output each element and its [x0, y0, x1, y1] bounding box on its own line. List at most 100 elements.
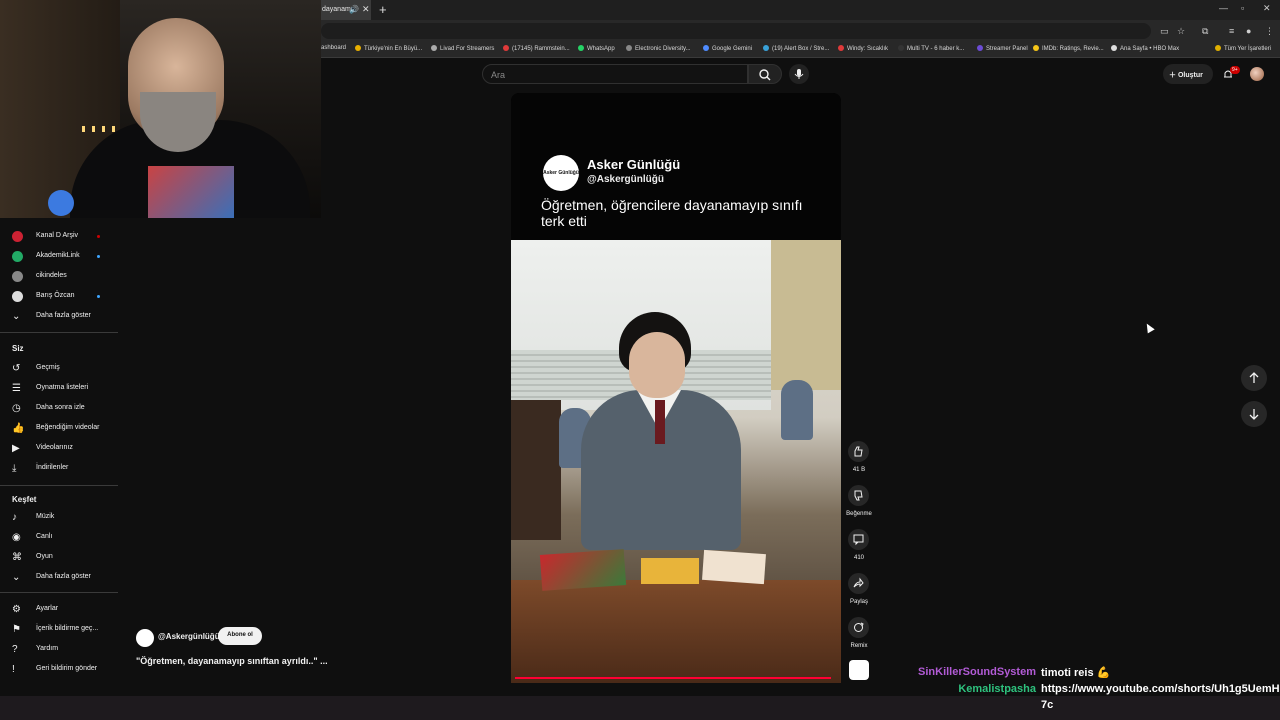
sidebar-item[interactable]: ! Geri bildirim gönder — [0, 659, 118, 679]
search-input[interactable]: Ara — [482, 64, 748, 84]
bookmark-item[interactable]: Ana Sayfa • HBO Max — [1111, 45, 1179, 52]
bookmark-item[interactable]: (19) Alert Box / Stre... — [763, 45, 829, 52]
sidebar-item-label: Daha fazla göster — [36, 573, 91, 580]
overlay-channel-name: Asker Günlüğü — [587, 157, 681, 172]
search-button[interactable] — [748, 64, 782, 84]
bookmark-label: (17145) Rammstein... — [512, 46, 570, 52]
channel-handle[interactable]: @Askergünlüğü — [158, 632, 220, 641]
sidebar-item-label: Daha fazla göster — [36, 312, 91, 319]
sidebar-item[interactable]: ⤓ İndirilenler — [0, 458, 118, 478]
sidebar-item[interactable]: ♪ Müzik — [0, 507, 118, 527]
chat-username: Kemalistpasha — [958, 683, 1036, 695]
bookmark-item[interactable]: (17145) Rammstein... — [503, 45, 570, 52]
bookmark-label: Electronic Diversity... — [635, 46, 691, 52]
previous-short-button[interactable] — [1241, 365, 1267, 391]
account-avatar[interactable] — [1250, 67, 1264, 81]
microphone — [48, 190, 74, 216]
like-count: 41 B — [852, 467, 866, 473]
sidebar-item[interactable]: cikindeles — [0, 266, 118, 286]
video-progress-bar[interactable] — [515, 677, 831, 679]
school-tie — [655, 400, 665, 444]
bookmark-item[interactable]: Streamer Panel — [977, 45, 1028, 52]
create-button[interactable]: ＋ Oluştur — [1163, 64, 1213, 84]
mouse-cursor — [1143, 321, 1155, 334]
like-button[interactable] — [848, 441, 869, 462]
sidebar-item-label: İndirilenler — [36, 464, 69, 471]
gear-icon: ⚙ — [12, 604, 21, 615]
favicon-icon — [977, 45, 983, 51]
voice-search-button[interactable] — [789, 64, 809, 84]
sound-thumbnail[interactable] — [849, 660, 869, 680]
sidebar-item[interactable]: ? Yardım — [0, 639, 118, 659]
shorts-player[interactable]: Asker Günlüğü Asker Günlüğü @Askergünlüğ… — [511, 93, 841, 683]
sidebar-item[interactable]: ⌄ Daha fazla göster — [0, 567, 118, 587]
classroom-wall — [771, 240, 841, 390]
bookmark-item[interactable]: Multi TV - 6 haber k... — [898, 45, 964, 52]
sidebar-item[interactable]: ☰ Oynatma listeleri — [0, 378, 118, 398]
sidebar-divider — [0, 592, 118, 593]
dislike-button[interactable] — [848, 485, 869, 506]
sidebar-item[interactable]: Kanal D Arşiv — [0, 226, 118, 246]
bookmark-item[interactable]: WhatsApp — [578, 45, 615, 52]
video-frame — [511, 240, 841, 683]
remix-button[interactable] — [848, 617, 869, 638]
bookmark-item[interactable]: Electronic Diversity... — [626, 45, 691, 52]
extensions-icon[interactable]: ⧉ — [1202, 26, 1208, 37]
channel-avatar[interactable] — [136, 629, 154, 647]
bookmark-item[interactable]: Windy: Sıcaklık — [838, 45, 888, 52]
bookmark-star-icon[interactable]: ☆ — [1177, 26, 1185, 37]
sidebar-item-label: Daha sonra izle — [36, 404, 85, 411]
sidebar-item[interactable]: ⌄ Daha fazla göster — [0, 306, 118, 326]
remix-icon — [854, 622, 864, 632]
sidebar-item[interactable]: ⚑ İçerik bildirme geç... — [0, 619, 118, 639]
comment-count: 410 — [853, 555, 864, 561]
sidebar-item[interactable]: ⌘ Oyun — [0, 547, 118, 567]
bookmark-item[interactable]: ashboard — [321, 45, 346, 51]
sidebar-item[interactable]: ▶ Videolarınız — [0, 438, 118, 458]
media-control-icon[interactable]: ≡ — [1229, 26, 1234, 36]
profile-icon[interactable]: ● — [1246, 26, 1251, 36]
comment-icon — [853, 534, 864, 546]
sidebar-section-you[interactable]: Siz — [12, 344, 24, 353]
sidebar-item-label: Oyun — [36, 553, 53, 560]
bookmark-item[interactable]: Türkiye'nin En Büyü... — [355, 45, 422, 52]
bookmark-label: Windy: Sıcaklık — [847, 46, 889, 52]
bookmark-item[interactable]: Livad For Streamers — [431, 45, 494, 52]
student-face — [629, 332, 685, 398]
address-bar[interactable] — [321, 23, 1151, 39]
sidebar-item[interactable]: Barış Özcan — [0, 286, 118, 306]
new-tab-plus-icon[interactable]: + — [379, 2, 387, 17]
book — [641, 558, 699, 584]
speaker-icon[interactable]: 🔊 — [349, 5, 359, 14]
chevron-down-icon: ⌄ — [12, 572, 21, 583]
bookmark-item[interactable]: Tüm Yer İşaretleri — [1215, 45, 1271, 52]
video-icon: ▶ — [12, 443, 20, 454]
comments-button[interactable] — [848, 529, 869, 550]
thumbs-down-icon — [854, 490, 863, 501]
bookmark-item[interactable]: Google Gemini — [703, 45, 752, 52]
favicon-icon — [431, 45, 437, 51]
menu-kebab-icon[interactable]: ⋮ — [1265, 26, 1274, 37]
share-button[interactable] — [848, 573, 869, 594]
restore-icon[interactable]: ▫ — [1241, 3, 1244, 13]
sidebar-item[interactable]: ◷ Daha sonra izle — [0, 398, 118, 418]
sidebar-item[interactable]: ◉ Canlı — [0, 527, 118, 547]
sidebar-item[interactable]: ⚙ Ayarlar — [0, 599, 118, 619]
favicon-icon — [1033, 45, 1039, 51]
subscribe-button[interactable]: Abone ol — [218, 627, 262, 645]
short-title[interactable]: "Öğretmen, dayanamayıp sınıftan ayrıldı.… — [136, 656, 328, 666]
sidebar-item[interactable]: AkademikLink — [0, 246, 118, 266]
sidebar-item[interactable]: 👍 Beğendiğim videolar — [0, 418, 118, 438]
bookmark-item[interactable]: IMDb: Ratings, Revie... — [1033, 45, 1104, 52]
favicon-icon — [703, 45, 709, 51]
close-tab-icon[interactable]: ✕ — [362, 4, 370, 15]
dislike-label: Beğenme — [846, 511, 872, 517]
live-icon: ◉ — [12, 532, 21, 543]
window-close-icon[interactable]: ✕ — [1263, 3, 1271, 14]
cast-icon[interactable]: ▭ — [1160, 26, 1169, 37]
sidebar-divider — [0, 485, 118, 486]
minimize-icon[interactable]: — — [1219, 3, 1228, 13]
sidebar-item[interactable]: ↺ Geçmiş — [0, 358, 118, 378]
bookmark-label: WhatsApp — [587, 46, 615, 52]
next-short-button[interactable] — [1241, 401, 1267, 427]
